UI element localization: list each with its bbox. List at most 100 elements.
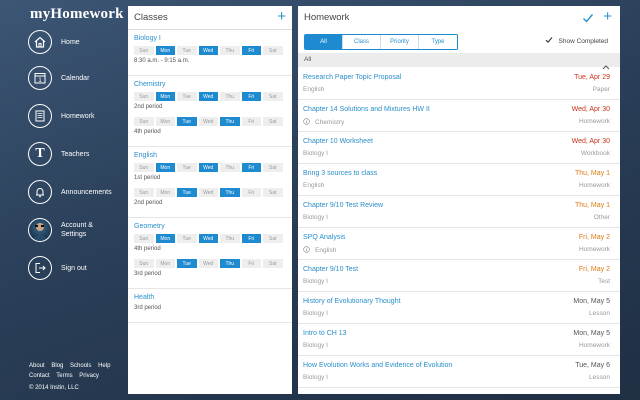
nav-account-settings[interactable]: Account & Settings [28,216,93,244]
classes-header: Classes + [128,6,292,30]
day-chip: Sat [263,234,283,243]
homework-type: Test [598,278,610,285]
homework-type: Paper [592,86,610,93]
homework-header: Homework + [298,6,620,30]
filter-all[interactable]: All [305,35,343,49]
day-chip: Sun [134,46,154,55]
class-item[interactable]: English Sun Mon Tue Wed Thu Fri Sat 1st period Su… [128,147,292,218]
filter-class[interactable]: Class [343,35,381,49]
day-chip: Thu [220,188,240,197]
nav-homework[interactable]: Homework [28,102,94,130]
class-period: 2nd period [134,104,163,110]
show-completed-toggle[interactable]: Show Completed [545,36,608,46]
homework-class: Biology I [303,278,328,285]
homework-row[interactable]: Bring 3 sources to class English Thu, May … [298,164,620,196]
homework-row[interactable]: Chapter 10 Worksheet Biology I Wed, Apr 30… [298,132,620,164]
footer-link-help[interactable]: Help [98,363,110,369]
homework-title[interactable]: Research Paper Topic Proposal [303,74,401,81]
homework-title[interactable]: Chapter 14 Solutions and Mixtures HW II [303,106,430,113]
homework-title[interactable]: Chapter 9/10 Test Review [303,202,383,209]
nav-announcements[interactable]: Announcements [28,178,112,206]
nav-teachers[interactable]: T Teachers [28,140,89,168]
homework-title[interactable]: Bring 3 sources to class [303,170,377,177]
sidebar: myHomework Home 1 Calendar Homework T Te… [0,0,128,400]
homework-class-label: Biology I [303,214,328,221]
day-chip: Thu [220,259,240,268]
footer-link-about[interactable]: About [29,363,45,369]
class-item[interactable]: Health 3rd period [128,289,292,323]
footer-link-blog[interactable]: Blog [51,363,63,369]
homework-title[interactable]: SPQ Analysis [303,234,345,241]
class-period: 3rd period [134,271,162,277]
homework-title[interactable]: History of Evolutionary Thought [303,298,401,305]
homework-row[interactable]: How Evolution Works and Evidence of Evol… [298,356,620,388]
homework-class: Biology I [303,342,328,349]
homework-class-label: English [303,86,325,93]
homework-title[interactable]: How Evolution Works and Evidence of Evol… [303,362,452,369]
nav-homework-label: Homework [61,112,95,120]
day-selector: Sun Mon Tue Wed Thu Fri Sat [134,92,286,101]
footer-link-terms[interactable]: Terms [56,373,72,379]
due-date: Mon, May 5 [573,330,610,337]
check-icon[interactable] [582,11,594,29]
day-chip: Tue [177,46,197,55]
homework-title[interactable]: Intro to CH 13 [303,330,347,337]
homework-title[interactable]: Chapter 10 Worksheet [303,138,373,145]
footer-link-contact[interactable]: Contact [29,373,50,379]
filter-type[interactable]: Type [419,35,457,49]
footer-link-privacy[interactable]: Privacy [79,373,99,379]
nav-account-settings-label: Account & Settings [61,222,93,238]
homework-title: Homework [304,12,350,23]
class-item[interactable]: Chemistry Sun Mon Tue Wed Thu Fri Sat 2nd period… [128,76,292,147]
app-logo[interactable]: myHomework [30,6,124,23]
homework-class-label: English [315,247,337,254]
nav-announcements-label: Announcements [61,188,112,196]
day-chip: Sun [134,234,154,243]
day-chip: Tue [177,259,197,268]
add-class-button[interactable]: + [277,9,286,24]
class-item[interactable]: Biology I Sun Mon Tue Wed Thu Fri Sat 8:30 a.m. … [128,30,292,76]
day-chip: Mon [155,46,175,55]
copyright: © 2014 Instin, LLC [29,385,79,391]
day-chip: Sun [134,163,154,172]
homework-row[interactable]: SPQ Analysis English Fri, May 2 Homework [298,228,620,260]
homework-row[interactable]: Chapter 14 Solutions and Mixtures HW II C… [298,100,620,132]
avatar [28,218,52,242]
homework-row[interactable]: Chapter 9/10 Test Review Biology I Thu, Ma… [298,196,620,228]
group-header[interactable]: All [298,53,620,70]
teachers-icon: T [28,142,52,166]
filter-tabs: All Class Priority Type [304,34,458,50]
homework-row[interactable]: History of Evolutionary Thought Biology I… [298,292,620,324]
class-name[interactable]: Biology I [134,35,286,42]
homework-row[interactable]: Chapter 9/10 Test Biology I Fri, May 2 Test [298,260,620,292]
filter-priority[interactable]: Priority [381,35,419,49]
add-homework-button[interactable]: + [603,9,612,24]
homework-panel: Homework + All Class Priority Type Show … [298,6,620,394]
day-chip: Wed [198,92,218,101]
nav-sign-out[interactable]: Sign out [28,254,87,282]
class-name[interactable]: English [134,152,286,159]
homework-row[interactable]: Intro to CH 13 Biology I Mon, May 5 Homewor… [298,324,620,356]
class-name[interactable]: Health [134,294,286,301]
footer-link-schools[interactable]: Schools [70,363,91,369]
homework-row[interactable]: Research Paper Topic Proposal English Tue,… [298,68,620,100]
checkmark-icon [545,36,553,46]
homework-title[interactable]: Chapter 9/10 Test [303,266,358,273]
day-chip: Wed [198,163,218,172]
day-chip: Tue [177,117,197,126]
day-chip: Sun [134,259,154,268]
day-selector: Sun Mon Tue Wed Thu Fri Sat [134,234,286,243]
home-icon [28,30,52,54]
class-name[interactable]: Geometry [134,223,286,230]
homework-class: Biology I [303,214,328,221]
day-chip: Tue [177,234,197,243]
nav-home[interactable]: Home [28,28,80,56]
class-item[interactable]: Geometry Sun Mon Tue Wed Thu Fri Sat 4th period S… [128,218,292,289]
class-period: 3rd period [134,305,162,311]
day-chip: Fri [241,46,261,55]
info-icon [303,246,310,255]
nav-calendar[interactable]: 1 Calendar [28,64,89,92]
day-chip: Fri [241,117,261,126]
class-name[interactable]: Chemistry [134,81,286,88]
day-chip: Sat [263,46,283,55]
